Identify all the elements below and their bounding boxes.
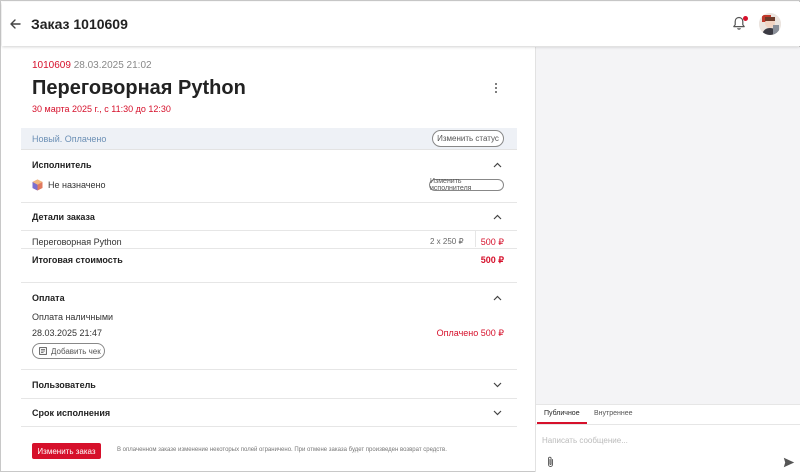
order-panel: 1010609 28.03.2025 21:02 Переговорная Py… — [21, 47, 517, 472]
total-value: 500 ₽ — [480, 255, 504, 265]
divider — [21, 248, 517, 249]
add-receipt-label: Добавить чек — [51, 346, 101, 356]
total-label: Итоговая стоимость — [32, 255, 123, 265]
divider — [21, 230, 517, 231]
chevron-down-icon[interactable] — [493, 410, 502, 416]
booking-time: 30 марта 2025 г., с 11:30 до 12:30 — [32, 104, 171, 114]
item-name: Переговорная Python — [32, 237, 122, 247]
notifications-button[interactable] — [732, 16, 748, 32]
chat-panel: Публичное Внутреннее — [535, 47, 800, 472]
payment-method: Оплата наличными — [32, 312, 114, 322]
executor-value: Не назначено — [48, 180, 106, 190]
chevron-up-icon[interactable] — [493, 162, 502, 168]
divider — [21, 282, 517, 283]
executor-placeholder-icon — [32, 179, 43, 191]
divider — [21, 426, 517, 427]
chevron-up-icon[interactable] — [493, 295, 502, 301]
order-number: 1010609 — [32, 60, 71, 71]
more-options-button[interactable] — [492, 81, 500, 95]
app-window: Заказ 1010609 1010609 28.03.2025 21:02 П… — [0, 0, 800, 472]
paperclip-icon[interactable] — [546, 456, 555, 468]
notification-badge — [743, 16, 748, 21]
divider — [475, 231, 476, 247]
status-bar: Новый. Оплачено Изменить статус — [21, 128, 517, 150]
message-input[interactable] — [542, 433, 782, 447]
page-title: Заказ 1010609 — [31, 16, 128, 32]
user-avatar[interactable] — [759, 13, 781, 35]
chevron-down-icon[interactable] — [493, 382, 502, 388]
order-meta: 1010609 28.03.2025 21:02 — [32, 60, 152, 71]
arrow-left-icon — [9, 19, 21, 29]
details-heading: Детали заказа — [32, 212, 95, 222]
change-status-button[interactable]: Изменить статус — [432, 130, 504, 147]
divider — [21, 202, 517, 203]
divider — [21, 398, 517, 399]
top-bar: Заказ 1010609 — [2, 2, 800, 46]
avatar-image — [759, 13, 781, 35]
payment-heading: Оплата — [32, 293, 65, 303]
divider — [21, 369, 517, 370]
order-datetime: 28.03.2025 21:02 — [73, 60, 152, 71]
back-button[interactable] — [8, 17, 22, 31]
executor-heading: Исполнитель — [32, 160, 92, 170]
payment-date: 28.03.2025 21:47 — [32, 328, 103, 338]
chat-composer: Публичное Внутреннее — [536, 404, 800, 472]
divider — [536, 424, 800, 425]
tab-public[interactable]: Публичное — [544, 410, 580, 417]
payment-status: Оплачено 500 ₽ — [436, 328, 504, 338]
more-vertical-icon — [495, 83, 497, 93]
order-status: Новый. Оплачено — [32, 134, 107, 144]
change-executor-button[interactable]: Изменить исполнителя — [429, 178, 504, 192]
edit-note: В оплаченном заказе изменение некоторых … — [117, 447, 447, 453]
item-quantity: 2 x 250 ₽ — [430, 237, 464, 246]
tab-internal[interactable]: Внутреннее — [594, 410, 633, 417]
item-price: 500 ₽ — [480, 237, 504, 247]
edit-order-button[interactable]: Изменить заказ — [32, 443, 101, 459]
add-receipt-button[interactable]: Добавить чек — [32, 343, 105, 359]
send-icon[interactable] — [783, 457, 795, 468]
receipt-icon — [39, 347, 47, 355]
user-heading: Пользователь — [32, 380, 96, 390]
chevron-up-icon[interactable] — [493, 214, 502, 220]
deadline-heading: Срок исполнения — [32, 408, 111, 418]
order-title: Переговорная Python — [32, 77, 246, 99]
